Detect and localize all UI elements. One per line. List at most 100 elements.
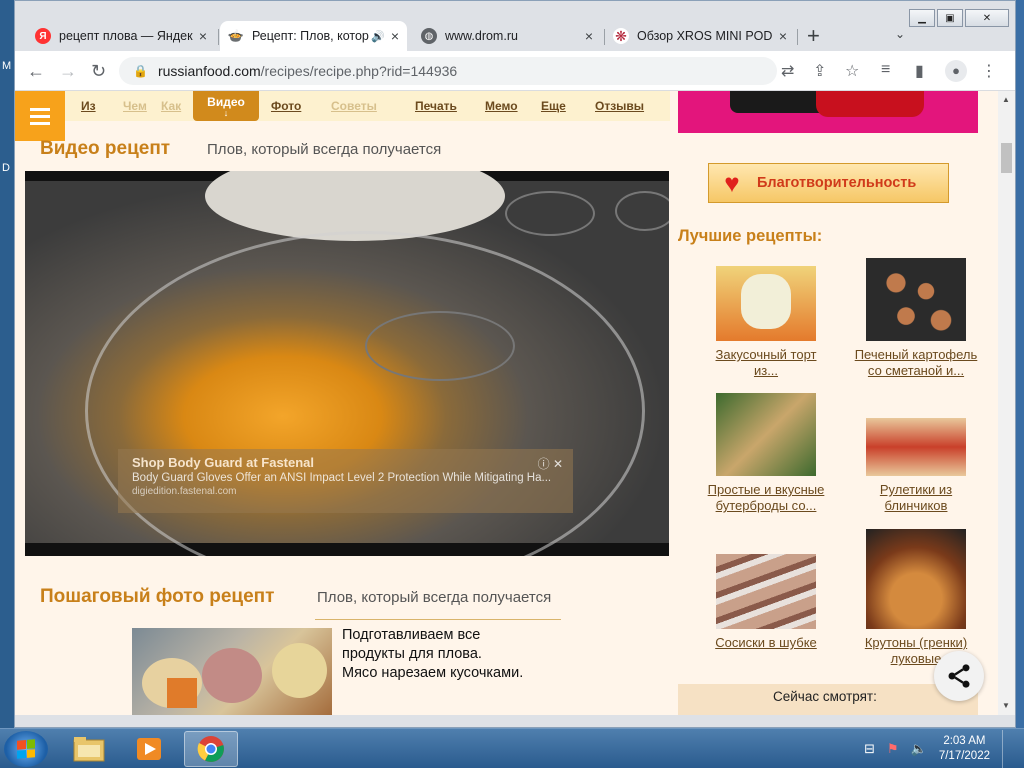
page-viewport: Из Чем Как Видео ↓ Фото Советы Печать Ме… [15, 91, 998, 715]
audio-icon[interactable]: 🔊 [371, 30, 385, 43]
video-overlay-ad[interactable]: Shop Body Guard at Fastenal Body Guard G… [118, 449, 573, 513]
window-controls: ▁ ▣ ✕ [909, 9, 1009, 27]
recipe-thumbnail[interactable] [866, 529, 966, 629]
close-tab-icon[interactable]: × [391, 28, 399, 44]
video-frame: Shop Body Guard at Fastenal Body Guard G… [25, 171, 669, 556]
sidebar-ad-banner[interactable] [678, 91, 978, 133]
share-button[interactable] [934, 651, 984, 701]
snowflake-icon: ❋ [613, 28, 629, 44]
step-photo[interactable] [132, 628, 332, 715]
menu-item-kak[interactable]: Как [161, 99, 181, 113]
close-tab-icon[interactable]: × [585, 28, 593, 44]
desktop-icon-label[interactable]: D [2, 162, 10, 174]
back-icon[interactable]: ← [27, 61, 45, 82]
recipe-thumbnail[interactable] [716, 393, 816, 476]
recipe-card[interactable]: Рулетики из блинчиков [846, 418, 986, 514]
explorer-icon [73, 737, 105, 762]
minimize-button[interactable]: ▁ [909, 9, 935, 27]
action-center-icon[interactable]: ⚑ [887, 741, 899, 757]
recipe-thumbnail[interactable] [866, 258, 966, 341]
menu-item-label: Видео [207, 95, 245, 109]
charity-label: Благотворительность [757, 175, 917, 191]
tab-strip: ▁ ▣ ✕ Я рецепт плова — Яндекс × 🍲 Рецепт… [15, 1, 1015, 51]
side-panel-icon[interactable]: ▮ [915, 61, 924, 81]
recipe-card[interactable]: Крутоны (гренки) луковые [846, 529, 986, 667]
new-tab-button[interactable]: + [807, 23, 820, 49]
best-recipes-title: Лучшие рецепты: [678, 227, 823, 245]
recipe-card[interactable]: Закусочный торт из... [696, 266, 836, 379]
recipe-link[interactable]: Сосиски в шубке [696, 635, 836, 651]
vertical-scrollbar[interactable]: ▲ ▼ [998, 91, 1015, 715]
start-button[interactable] [4, 731, 48, 767]
share-page-icon[interactable]: ⇪ [813, 61, 826, 81]
menu-item-sovety[interactable]: Советы [331, 99, 377, 113]
ad-headline: Shop Body Guard at Fastenal [132, 455, 315, 470]
menu-item-foto[interactable]: Фото [271, 99, 301, 113]
russianfood-icon: 🍲 [227, 28, 245, 44]
menu-item-memo[interactable]: Мемо [485, 99, 518, 113]
media-player-icon [137, 738, 161, 760]
menu-item-chem[interactable]: Чем [123, 99, 147, 113]
menu-item-reviews[interactable]: Отзывы [595, 99, 644, 113]
tab-russianfood[interactable]: 🍲 Рецепт: Плов, который 🔊 × [220, 21, 407, 51]
browser-toolbar: ← → ↻ 🔒 russianfood.com/recipes/recipe.p… [15, 51, 1015, 91]
profile-icon[interactable]: ● [945, 60, 967, 82]
media-player-taskbar-button[interactable] [122, 731, 176, 767]
address-bar[interactable]: 🔒 russianfood.com/recipes/recipe.php?rid… [119, 57, 777, 85]
url-host: russianfood.com [157, 63, 261, 79]
ad-url: digiedition.fastenal.com [132, 486, 237, 497]
tab-yandex[interactable]: Я рецепт плова — Яндекс × [27, 21, 215, 51]
bookmark-star-icon[interactable]: ☆ [845, 61, 859, 81]
close-tab-icon[interactable]: × [779, 28, 787, 44]
recipe-link[interactable]: Закусочный торт из... [696, 347, 836, 379]
charity-button[interactable]: ♥ Благотворительность [708, 163, 949, 203]
menu-item-video[interactable]: Видео ↓ [193, 91, 259, 121]
recipe-card[interactable]: Сосиски в шубке [696, 554, 836, 651]
menu-item-more[interactable]: Еще [541, 99, 566, 113]
lock-icon[interactable]: 🔒 [133, 64, 148, 78]
recipe-link[interactable]: Печеный картофель со сметаной и... [846, 347, 986, 379]
recipe-thumbnail[interactable] [716, 266, 816, 341]
clock[interactable]: 2:03 AM 7/17/2022 [939, 734, 990, 764]
recipe-link[interactable]: Рулетики из блинчиков [846, 482, 986, 514]
volume-icon[interactable]: 🔈 [911, 741, 927, 757]
scroll-up-icon[interactable]: ▲ [1002, 95, 1010, 104]
tab-xros[interactable]: ❋ Обзор XROS MINI POD × [605, 21, 795, 51]
show-desktop-button[interactable] [1002, 730, 1014, 768]
forward-icon[interactable]: → [59, 61, 77, 82]
scrollbar-thumb[interactable] [1001, 143, 1012, 173]
restore-button[interactable]: ▣ [937, 9, 963, 27]
recipe-thumbnail[interactable] [866, 418, 966, 476]
desktop-icon-label[interactable]: M [2, 60, 11, 72]
network-icon[interactable]: ⊟ [864, 741, 875, 757]
arrow-down-icon: ↓ [223, 108, 229, 118]
ad-close-icon[interactable]: ⓘ ✕ [538, 455, 563, 472]
menu-item-iz[interactable]: Из [81, 99, 96, 113]
clock-time: 2:03 AM [943, 735, 986, 747]
tab-search-icon[interactable]: ⌄ [895, 27, 905, 41]
tab-title: www.drom.ru [445, 29, 518, 43]
close-window-button[interactable]: ✕ [965, 9, 1009, 27]
explorer-taskbar-button[interactable] [62, 731, 116, 767]
hamburger-menu-icon[interactable] [15, 91, 65, 141]
recipe-thumbnail[interactable] [716, 554, 816, 629]
recipe-card[interactable]: Простые и вкусные бутерброды со... [696, 393, 836, 514]
windows-logo-icon [17, 739, 35, 759]
close-tab-icon[interactable]: × [199, 28, 207, 44]
menu-item-print[interactable]: Печать [415, 99, 457, 113]
chrome-icon [197, 736, 224, 762]
ad-body: Body Guard Gloves Offer an ANSI Impact L… [132, 472, 552, 484]
chrome-taskbar-button[interactable] [184, 731, 238, 767]
tab-drom[interactable]: ◍ www.drom.ru × [413, 21, 601, 51]
video-section-title: Видео рецепт [40, 138, 171, 159]
translate-icon[interactable]: ⇄ [781, 61, 794, 81]
video-player[interactable]: Shop Body Guard at Fastenal Body Guard G… [25, 171, 669, 556]
media-control-icon[interactable]: ≡ [881, 61, 890, 79]
menu-kebab-icon[interactable]: ⋮ [981, 61, 997, 81]
reload-icon[interactable]: ↻ [91, 61, 106, 82]
recipe-card[interactable]: Печеный картофель со сметаной и... [846, 258, 986, 379]
divider [315, 619, 561, 620]
scroll-down-icon[interactable]: ▼ [1002, 701, 1010, 710]
heart-icon: ♥ [724, 168, 740, 198]
recipe-link[interactable]: Простые и вкусные бутерброды со... [696, 482, 836, 514]
